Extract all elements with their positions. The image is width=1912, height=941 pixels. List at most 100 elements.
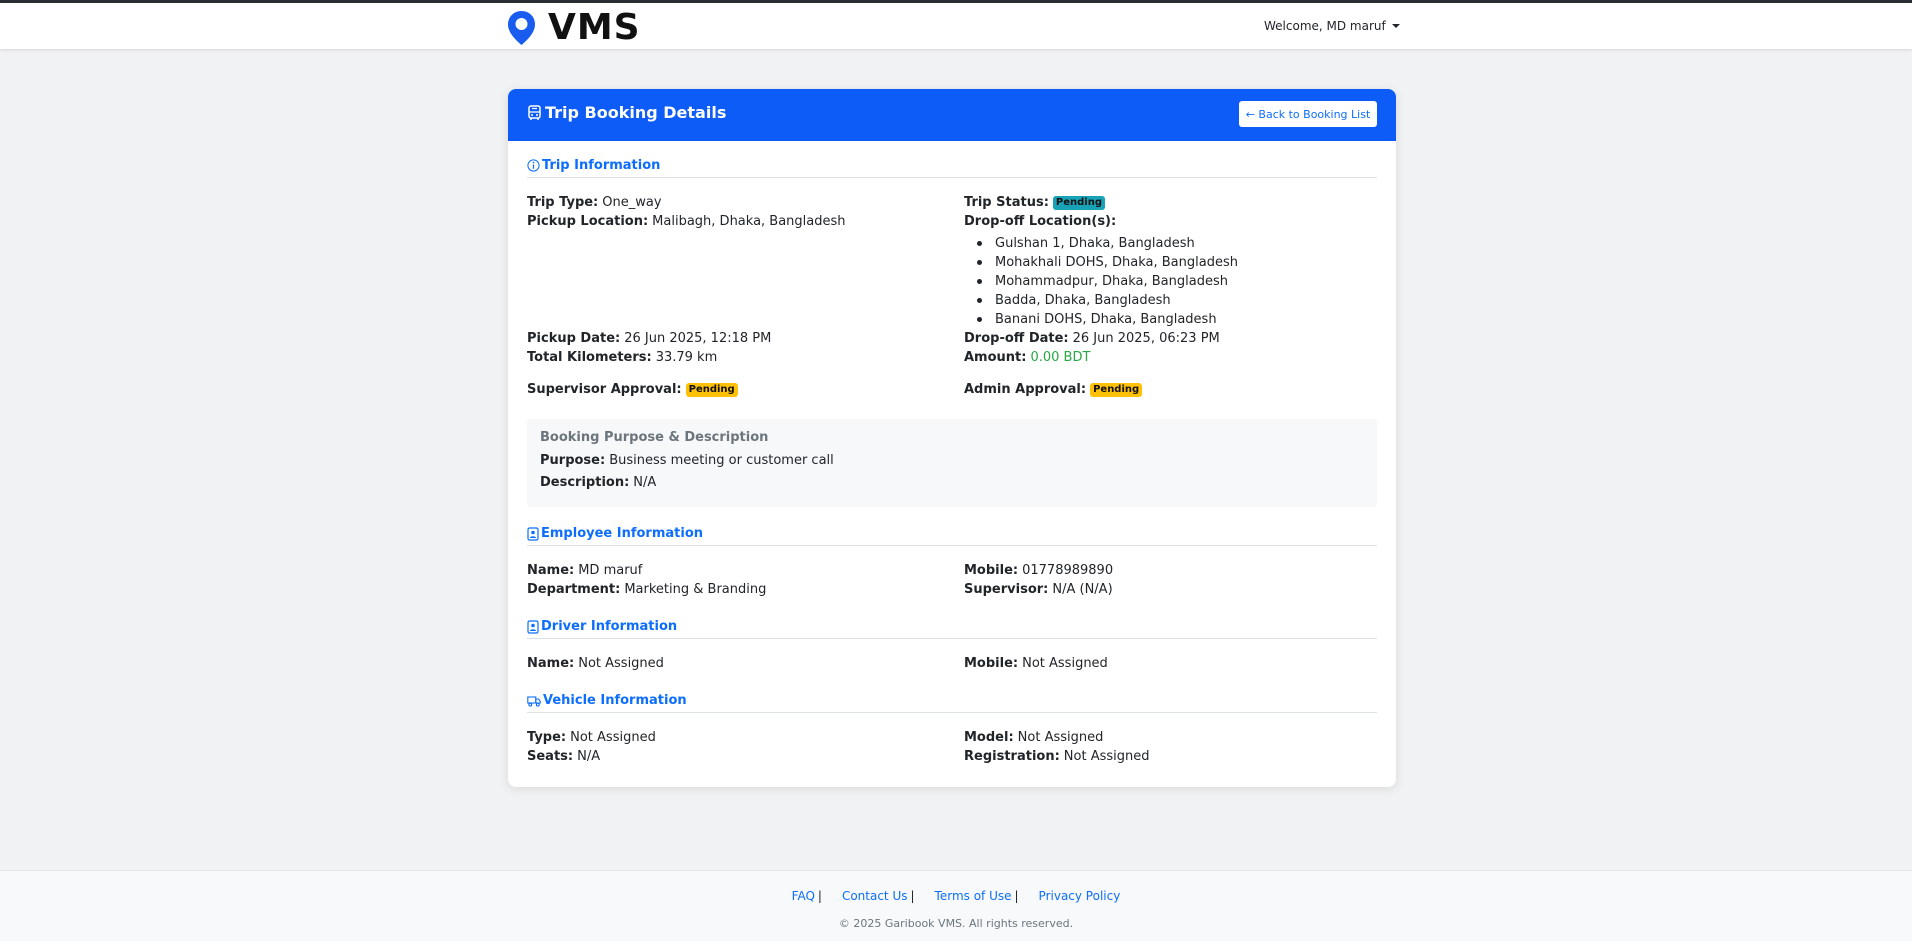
faq-link[interactable]: FAQ bbox=[792, 889, 815, 903]
dropoff-locations-list: Gulshan 1, Dhaka, Bangladesh Mohakhali D… bbox=[995, 234, 1238, 329]
trip-type-value: One_way bbox=[602, 195, 662, 210]
pickup-location-value: Malibagh, Dhaka, Bangladesh bbox=[652, 214, 846, 229]
truck-icon bbox=[527, 695, 541, 707]
purpose-label: Purpose: bbox=[540, 453, 606, 468]
employee-department-value: Marketing & Branding bbox=[624, 582, 767, 597]
terms-of-use-link[interactable]: Terms of Use bbox=[935, 889, 1012, 903]
employee-supervisor-value: N/A (N/A) bbox=[1052, 582, 1113, 597]
pickup-location-label: Pickup Location: bbox=[527, 214, 649, 229]
driver-mobile-label: Mobile: bbox=[964, 656, 1019, 671]
card-header: Trip Booking Details ← Back to Booking L… bbox=[508, 89, 1396, 141]
vehicle-registration-label: Registration: bbox=[964, 749, 1060, 764]
vehicle-seats-value: N/A bbox=[577, 749, 601, 764]
caret-down-icon bbox=[1391, 24, 1400, 28]
description-row: Description: N/A bbox=[540, 475, 656, 490]
trip-status-label: Trip Status: bbox=[964, 195, 1049, 210]
vehicle-model-row: Model: Not Assigned bbox=[964, 730, 1103, 745]
navbar: VMS Welcome, MD maruf bbox=[0, 3, 1912, 49]
pickup-date-row: Pickup Date: 26 Jun 2025, 12:18 PM bbox=[527, 331, 771, 346]
footer-separator: | bbox=[910, 889, 915, 903]
welcome-text: Welcome, MD maruf bbox=[1264, 19, 1386, 33]
trip-booking-card: Trip Booking Details ← Back to Booking L… bbox=[508, 89, 1396, 787]
driver-name-row: Name: Not Assigned bbox=[527, 656, 664, 671]
list-item: Badda, Dhaka, Bangladesh bbox=[995, 291, 1238, 310]
supervisor-approval-label: Supervisor Approval: bbox=[527, 382, 682, 397]
driver-name-label: Name: bbox=[527, 656, 575, 671]
footer-separator: | bbox=[1014, 889, 1019, 903]
employee-name-row: Name: MD maruf bbox=[527, 563, 642, 578]
contact-us-link[interactable]: Contact Us bbox=[842, 889, 908, 903]
list-item: Gulshan 1, Dhaka, Bangladesh bbox=[995, 234, 1238, 253]
trip-status-row: Trip Status: Pending bbox=[964, 195, 1105, 210]
vehicle-model-value: Not Assigned bbox=[1017, 730, 1104, 745]
pickup-date-label: Pickup Date: bbox=[527, 331, 621, 346]
person-badge-icon bbox=[527, 526, 539, 541]
user-dropdown[interactable]: Welcome, MD maruf bbox=[1264, 19, 1400, 33]
copyright-text: © 2025 Garibook VMS. All rights reserved… bbox=[838, 917, 1074, 930]
employee-department-label: Department: bbox=[527, 582, 621, 597]
dropoff-locations-label: Drop-off Location(s): bbox=[964, 214, 1117, 229]
bus-icon bbox=[528, 104, 541, 120]
pickup-date-value: 26 Jun 2025, 12:18 PM bbox=[624, 331, 772, 346]
vehicle-information-heading: Vehicle Information bbox=[527, 693, 1377, 713]
trip-type-label: Trip Type: bbox=[527, 195, 599, 210]
employee-information-heading: Employee Information bbox=[527, 526, 1377, 546]
vehicle-registration-row: Registration: Not Assigned bbox=[964, 749, 1149, 764]
employee-mobile-row: Mobile: 01778989890 bbox=[964, 563, 1113, 578]
dropoff-date-label: Drop-off Date: bbox=[964, 331, 1069, 346]
driver-information-title: Driver Information bbox=[541, 619, 678, 634]
list-item: Banani DOHS, Dhaka, Bangladesh bbox=[995, 310, 1238, 329]
employee-information-title: Employee Information bbox=[541, 526, 704, 541]
driver-information-heading: Driver Information bbox=[527, 619, 1377, 639]
vehicle-seats-label: Seats: bbox=[527, 749, 574, 764]
amount-row: Amount: 0.00 BDT bbox=[964, 350, 1090, 365]
privacy-policy-link[interactable]: Privacy Policy bbox=[1039, 889, 1121, 903]
brand-logo[interactable]: VMS bbox=[507, 7, 641, 48]
person-badge-icon bbox=[527, 619, 539, 634]
employee-supervisor-label: Supervisor: bbox=[964, 582, 1049, 597]
vehicle-type-label: Type: bbox=[527, 730, 567, 745]
employee-mobile-value: 01778989890 bbox=[1022, 563, 1114, 578]
list-item: Mohakhali DOHS, Dhaka, Bangladesh bbox=[995, 255, 1238, 270]
trip-information-heading: Trip Information bbox=[527, 158, 1377, 178]
purpose-value: Business meeting or customer call bbox=[609, 453, 834, 468]
dropoff-locations-row: Drop-off Location(s): bbox=[964, 214, 1120, 229]
admin-approval-label: Admin Approval: bbox=[964, 382, 1087, 397]
amount-label: Amount: bbox=[964, 350, 1027, 365]
location-pin-icon bbox=[508, 10, 535, 45]
booking-purpose-title: Booking Purpose & Description bbox=[540, 430, 769, 445]
total-kilometers-value: 33.79 km bbox=[655, 350, 718, 365]
trip-status-badge: Pending bbox=[1052, 195, 1105, 210]
dropoff-date-value: 26 Jun 2025, 06:23 PM bbox=[1072, 331, 1220, 346]
supervisor-approval-row: Supervisor Approval: Pending bbox=[527, 382, 738, 397]
employee-mobile-label: Mobile: bbox=[964, 563, 1019, 578]
vehicle-seats-row: Seats: N/A bbox=[527, 749, 600, 764]
employee-supervisor-row: Supervisor: N/A (N/A) bbox=[964, 582, 1113, 597]
driver-name-value: Not Assigned bbox=[578, 656, 664, 671]
vehicle-type-row: Type: Not Assigned bbox=[527, 730, 656, 745]
trip-type-row: Trip Type: One_way bbox=[527, 195, 662, 210]
vehicle-information-title: Vehicle Information bbox=[543, 693, 687, 708]
dropoff-date-row: Drop-off Date: 26 Jun 2025, 06:23 PM bbox=[964, 331, 1220, 346]
brand-name: VMS bbox=[548, 7, 641, 48]
footer: FAQ | Contact Us | Terms of Use | Privac… bbox=[0, 870, 1912, 941]
booking-purpose-box: Booking Purpose & Description Purpose: B… bbox=[527, 419, 1377, 507]
list-item: Mohammadpur, Dhaka, Bangladesh bbox=[995, 272, 1238, 291]
description-label: Description: bbox=[540, 475, 630, 490]
back-to-booking-list-button[interactable]: ← Back to Booking List bbox=[1239, 101, 1377, 127]
employee-name-label: Name: bbox=[527, 563, 575, 578]
amount-value: 0.00 BDT bbox=[1030, 350, 1091, 365]
card-title-text: Trip Booking Details bbox=[545, 103, 727, 122]
vehicle-type-value: Not Assigned bbox=[570, 730, 656, 745]
pickup-location-row: Pickup Location: Malibagh, Dhaka, Bangla… bbox=[527, 214, 846, 229]
description-value: N/A bbox=[633, 475, 657, 490]
card-title: Trip Booking Details bbox=[527, 103, 726, 122]
vehicle-model-label: Model: bbox=[964, 730, 1014, 745]
supervisor-approval-badge: Pending bbox=[685, 382, 738, 397]
footer-links: FAQ | Contact Us | Terms of Use | Privac… bbox=[0, 889, 1912, 903]
driver-mobile-value: Not Assigned bbox=[1022, 656, 1108, 671]
trip-information-title: Trip Information bbox=[542, 158, 661, 173]
employee-department-row: Department: Marketing & Branding bbox=[527, 582, 766, 597]
purpose-row: Purpose: Business meeting or customer ca… bbox=[540, 453, 834, 468]
info-circle-icon bbox=[527, 159, 540, 172]
